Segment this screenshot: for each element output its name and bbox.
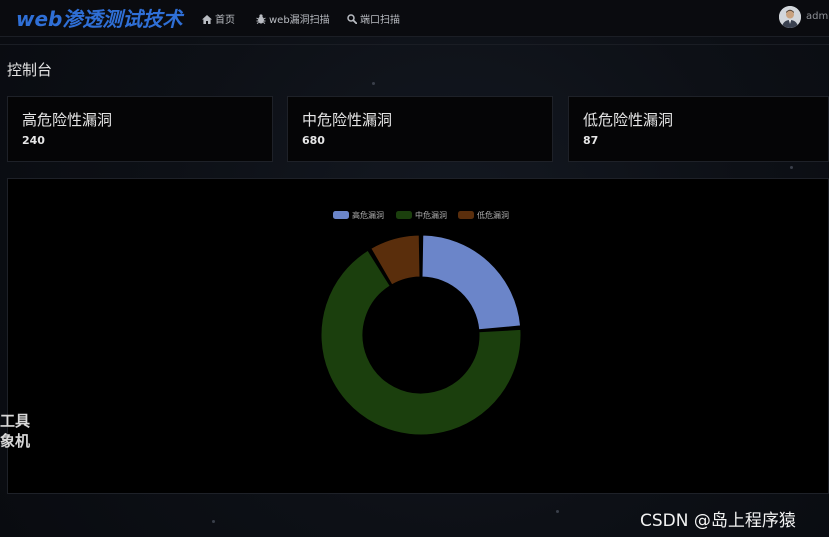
legend-label: 中危漏洞 (415, 210, 447, 220)
legend-item-2[interactable]: 低危漏洞 (458, 210, 509, 220)
bug-icon (256, 14, 269, 26)
stat-card-high-risk: 高危险性漏洞 240 (7, 96, 273, 162)
brand-logo[interactable]: web渗透测试技术 (16, 3, 182, 32)
sidebar-fragment[interactable]: 象机 (0, 430, 30, 451)
stat-card-title: 中危险性漏洞 (302, 111, 393, 129)
nav-item-label: web漏洞扫描 (269, 15, 330, 26)
legend-swatch (396, 211, 412, 219)
stat-card-medium-risk: 中危险性漏洞 680 (287, 96, 553, 162)
legend-label: 高危漏洞 (352, 210, 384, 220)
background-dot (556, 510, 559, 513)
legend-swatch (333, 211, 349, 219)
sidebar-fragment[interactable]: 工具 (0, 410, 30, 431)
vulnerability-chart-panel: 高危漏洞 中危漏洞 低危漏洞 (7, 178, 829, 494)
user-name[interactable]: admi (806, 11, 829, 22)
nav-item-port-scan[interactable]: 端口扫描 (347, 11, 400, 26)
background-dot (372, 82, 375, 85)
nav-item-home[interactable]: 首页 (202, 11, 235, 26)
avatar-person-icon (779, 6, 801, 28)
stat-card-value: 680 (302, 134, 325, 147)
divider (0, 44, 829, 45)
nav-item-label: 首页 (215, 15, 235, 26)
legend-label: 低危漏洞 (477, 210, 509, 220)
stat-card-low-risk: 低危险性漏洞 87 (568, 96, 829, 162)
background-dot (790, 166, 793, 169)
legend-item-0[interactable]: 高危漏洞 (333, 210, 384, 220)
top-navbar: web渗透测试技术 首页 web漏洞扫描 端口扫描 admi (0, 0, 829, 37)
legend-swatch (458, 211, 474, 219)
search-icon (347, 14, 360, 26)
user-avatar[interactable] (779, 6, 801, 28)
stat-card-title: 低危险性漏洞 (583, 111, 674, 129)
dashboard-page: web渗透测试技术 首页 web漏洞扫描 端口扫描 admi 控制台 高危险性漏… (0, 0, 829, 537)
legend-item-1[interactable]: 中危漏洞 (396, 210, 447, 220)
background-dot (212, 520, 215, 523)
stat-card-value: 87 (583, 134, 599, 147)
home-icon (202, 15, 215, 26)
nav-item-label: 端口扫描 (360, 15, 400, 26)
csdn-watermark: CSDN @岛上程序猿 (640, 511, 796, 531)
nav-item-web-scan[interactable]: web漏洞扫描 (256, 11, 330, 26)
stat-card-value: 240 (22, 134, 45, 147)
stat-card-title: 高危险性漏洞 (22, 111, 113, 129)
donut-slice-0[interactable] (421, 234, 522, 331)
vulnerability-donut-chart: 高危漏洞 中危漏洞 低危漏洞 (320, 210, 522, 436)
page-title: 控制台 (7, 61, 53, 79)
